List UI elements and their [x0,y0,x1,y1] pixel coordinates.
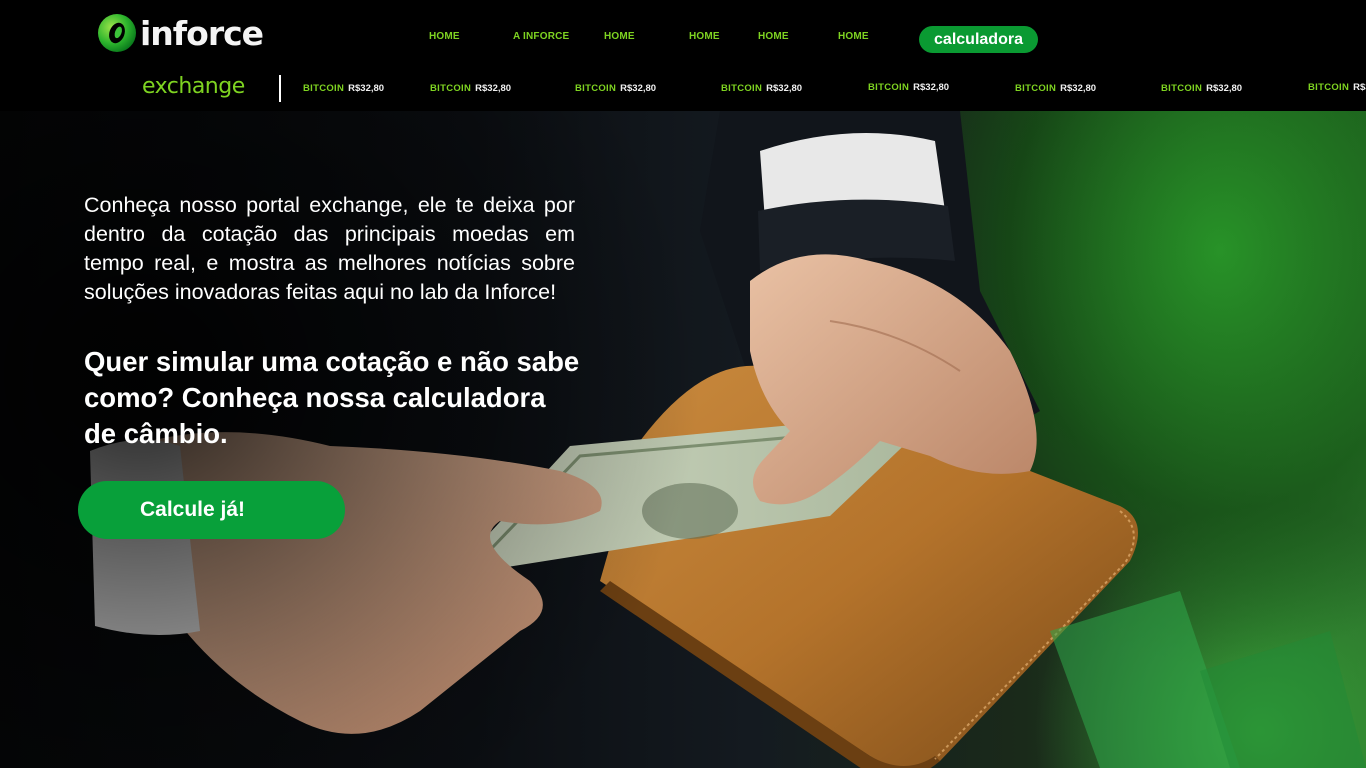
ticker-price: R$32,80 [913,82,950,93]
ticker-item[interactable]: BITCOIN R$32,80 [721,83,802,94]
nav-link-home-5[interactable]: HOME [838,31,869,42]
nav-link-a-inforce[interactable]: A INFORCE [513,31,569,42]
ticker-price: R$32,80 [620,83,657,94]
ticker-symbol: BITCOIN [721,83,763,94]
exchange-ticker: exchange BITCOIN R$32,80 BITCOIN R$32,80 B… [0,66,1366,111]
hero-intro-text: Conheça nosso portal exchange, ele te de… [84,193,575,304]
ticker-item[interactable]: BITCOIN R$32,80 [575,83,656,94]
top-navigation: inforce HOME A INFORCE HOME HOME HOME HO… [0,0,1366,66]
nav-link-home-4[interactable]: HOME [758,31,789,42]
ticker-item[interactable]: BITCOIN R$32,80 [430,83,511,94]
inforce-logo-icon [97,13,137,53]
hero-headline: Quer simular uma cotação e não sabe como… [84,346,580,449]
ticker-symbol: BITCOIN [303,83,345,94]
brand-logo[interactable]: inforce [97,12,264,54]
ticker-symbol: BITCOIN [430,83,472,94]
ticker-price: R$32,80 [766,83,803,94]
ticker-symbol: BITCOIN [1308,82,1350,93]
nav-link-home-3[interactable]: HOME [689,31,720,42]
ticker-divider [279,75,281,102]
nav-link-home[interactable]: HOME [429,31,460,42]
ticker-price: R$32,80 [475,83,512,94]
ticker-price: R$3 [1353,82,1366,93]
nav-link-home-2[interactable]: HOME [604,31,635,42]
ticker-symbol: BITCOIN [575,83,617,94]
ticker-item[interactable]: BITCOIN R$32,80 [1161,83,1242,94]
calcule-ja-button[interactable]: Calcule já! [78,481,345,539]
ticker-price: R$32,80 [1206,83,1243,94]
ticker-symbol: BITCOIN [1015,83,1057,94]
ticker-price: R$32,80 [1060,83,1097,94]
ticker-symbol: BITCOIN [1161,83,1203,94]
ticker-item[interactable]: BITCOIN R$32,80 [868,82,949,93]
ticker-item[interactable]: BITCOIN R$32,80 [303,83,384,94]
ticker-item[interactable]: BITCOIN R$32,80 [1015,83,1096,94]
brand-name: inforce [140,13,264,53]
ticker-symbol: BITCOIN [868,82,910,93]
ticker-label: exchange [142,74,245,99]
ticker-item[interactable]: BITCOINR$3 [1308,82,1366,93]
calculadora-button[interactable]: calculadora [919,26,1038,53]
ticker-price: R$32,80 [348,83,385,94]
